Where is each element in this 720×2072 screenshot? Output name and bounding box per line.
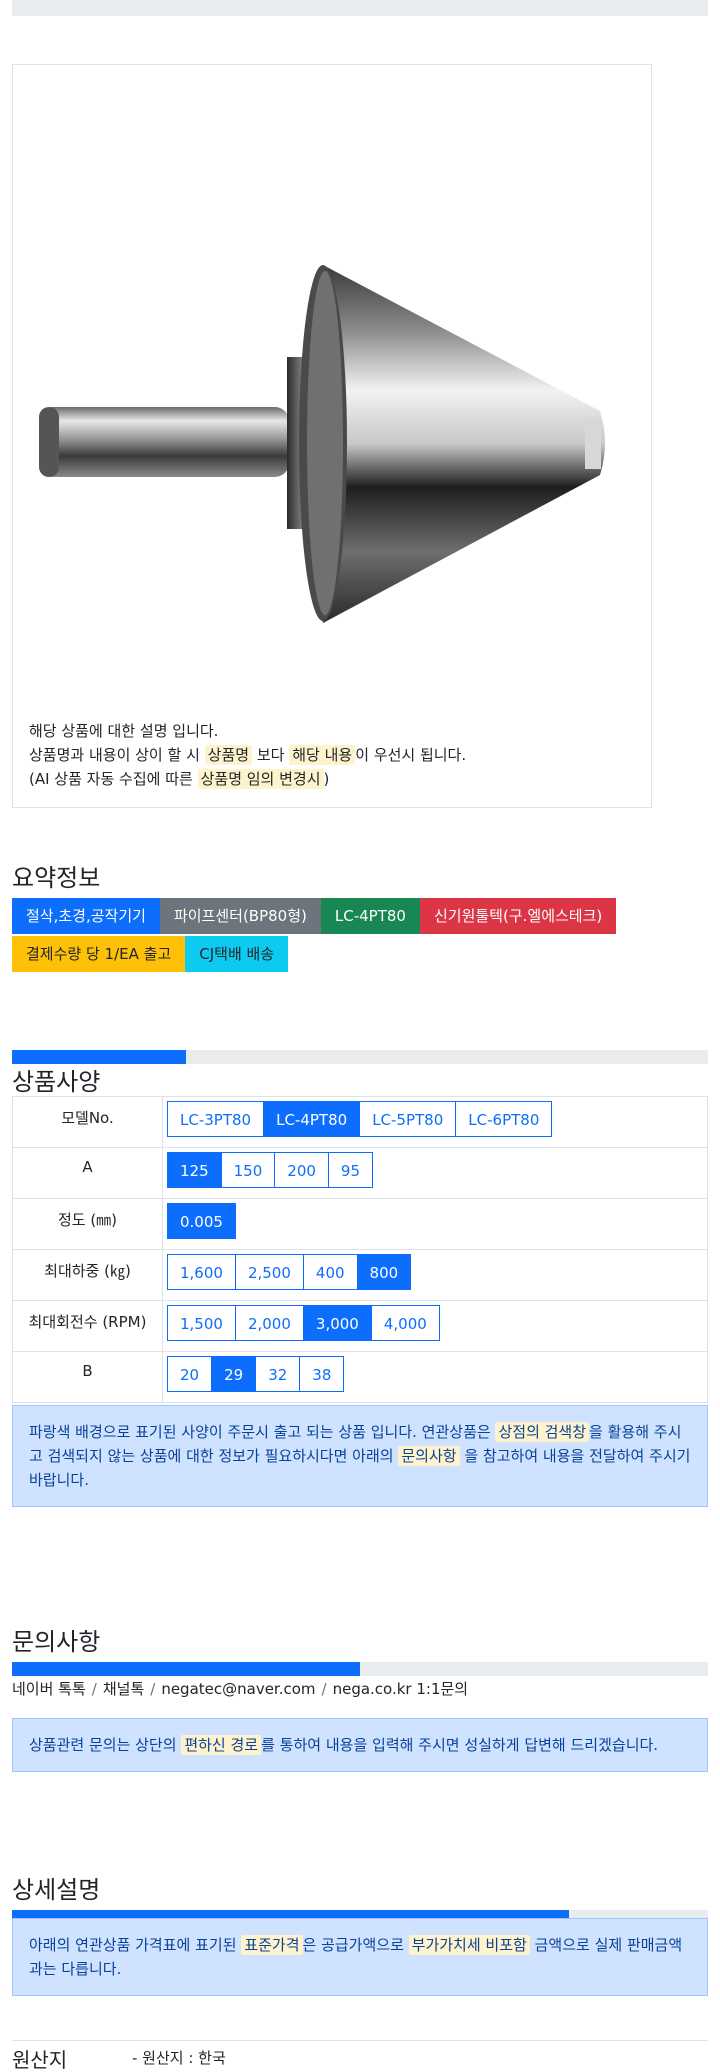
spec-row-b: B 20 29 32 38 [12, 1351, 708, 1403]
site-inquiry-link[interactable]: nega.co.kr 1:1문의 [333, 1680, 469, 1698]
option-button[interactable]: 150 [220, 1152, 276, 1188]
origin-value: - 원산지 : 한국 [132, 2049, 226, 2067]
origin-label: 원산지 [12, 2048, 68, 2072]
product-image [39, 265, 605, 623]
spec-row-accuracy: 정도 (㎜) 0.005 [12, 1198, 708, 1250]
spec-label: 최대회전수 (RPM) [12, 1300, 163, 1352]
spec-progress [12, 1050, 708, 1064]
option-button[interactable]: 800 [356, 1254, 412, 1290]
separator: / [150, 1680, 156, 1698]
badge-shipping: CJ택배 배송 [185, 936, 289, 972]
option-button[interactable]: 0.005 [167, 1203, 236, 1239]
top-bar [12, 0, 708, 16]
option-button[interactable]: 3,000 [302, 1305, 372, 1341]
option-button[interactable]: 200 [274, 1152, 329, 1188]
origin-row: 원산지 - 원산지 : 한국 [12, 2040, 708, 2072]
option-button[interactable]: LC-4PT80 [263, 1101, 361, 1137]
spec-row-a: A 125 150 200 95 [12, 1147, 708, 1199]
contact-links: 네이버 톡톡 / 채널톡 / negatec@naver.com / nega.co.kr … [12, 1678, 468, 1699]
highlight: 편하신 경로 [181, 1735, 262, 1755]
summary-badges: 절삭,초경,공작기기 파이프센터(BP80형) LC-4PT80 신기원툴텍(구… [12, 898, 712, 972]
option-button[interactable]: LC-3PT80 [167, 1101, 265, 1137]
option-button[interactable]: LC-5PT80 [359, 1101, 457, 1137]
spec-row-max-rpm: 최대회전수 (RPM) 1,500 2,000 3,000 4,000 [12, 1300, 708, 1352]
spec-label: 정도 (㎜) [12, 1198, 163, 1250]
spec-options: 1,600 2,500 400 800 [162, 1249, 708, 1301]
option-button[interactable]: 2,500 [234, 1254, 304, 1290]
option-button[interactable]: LC-6PT80 [455, 1101, 553, 1137]
summary-title: 요약정보 [12, 864, 101, 892]
email-link[interactable]: negatec@naver.com [161, 1680, 315, 1698]
option-button[interactable]: 400 [302, 1254, 358, 1290]
description-line: (AI 상품 자동 수집에 따른 상품명 임의 변경시) [29, 769, 330, 789]
option-button[interactable]: 29 [211, 1356, 257, 1392]
option-button[interactable]: 38 [299, 1356, 345, 1392]
spec-row-model: 모델No. LC-3PT80 LC-4PT80 LC-5PT80 LC-6PT8… [12, 1096, 708, 1148]
spec-table: 모델No. LC-3PT80 LC-4PT80 LC-5PT80 LC-6PT8… [12, 1096, 708, 1403]
spec-label: 모델No. [12, 1096, 163, 1148]
highlight: 해당 내용 [289, 745, 356, 765]
badge-quantity: 결제수량 당 1/EA 출고 [12, 936, 186, 972]
highlight: 상점의 검색창 [495, 1422, 590, 1442]
option-button[interactable]: 125 [167, 1152, 222, 1188]
spec-title: 상품사양 [12, 1068, 101, 1096]
badge-model[interactable]: LC-4PT80 [320, 898, 420, 934]
detail-notice: 아래의 연관상품 가격표에 표기된 표준가격 은 공급가액으로 부가가치세 비포함… [12, 1918, 708, 1996]
option-button[interactable]: 2,000 [234, 1305, 304, 1341]
highlight: 부가가치세 비포함 [408, 1935, 530, 1955]
separator: / [321, 1680, 327, 1698]
option-button[interactable]: 4,000 [370, 1305, 440, 1341]
option-button[interactable]: 95 [327, 1152, 374, 1188]
inquiry-notice: 상품관련 문의는 상단의 편하신 경로 를 통하여 내용을 입력해 주시면 성실하… [12, 1718, 708, 1772]
description-line: 해당 상품에 대한 설명 입니다. [29, 722, 219, 740]
spec-notice: 파랑색 배경으로 표기된 사양이 주문시 출고 되는 상품 입니다. 연관상품은… [12, 1405, 708, 1507]
badge-series[interactable]: 파이프센터(BP80형) [159, 898, 321, 934]
spec-label: 최대하중 (㎏) [12, 1249, 163, 1301]
highlight: 표준가격 [241, 1935, 303, 1955]
badge-category[interactable]: 절삭,초경,공작기기 [12, 898, 160, 934]
option-button[interactable]: 32 [255, 1356, 301, 1392]
inquiry-title: 문의사항 [12, 1628, 101, 1656]
spec-options: 1,500 2,000 3,000 4,000 [162, 1300, 708, 1352]
spec-options: 0.005 [162, 1198, 708, 1250]
product-description: 해당 상품에 대한 설명 입니다. 상품명과 내용이 상이 할 시 상품명 보다… [29, 719, 466, 791]
description-line: 상품명과 내용이 상이 할 시 상품명 보다 해당 내용 이 우선시 됩니다. [29, 745, 467, 765]
spec-label: A [12, 1147, 163, 1199]
spec-options: 125 150 200 95 [162, 1147, 708, 1199]
option-button[interactable]: 1,600 [167, 1254, 236, 1290]
spec-label: B [12, 1351, 163, 1403]
naver-talk-link[interactable]: 네이버 톡톡 [12, 1680, 86, 1698]
highlight: 상품명 [204, 745, 253, 765]
channel-talk-link[interactable]: 채널톡 [103, 1680, 144, 1698]
separator: / [91, 1680, 97, 1698]
inquiry-progress [12, 1662, 708, 1676]
badge-brand[interactable]: 신기원툴텍(구.엘에스테크) [419, 898, 617, 934]
spec-options: LC-3PT80 LC-4PT80 LC-5PT80 LC-6PT80 [162, 1096, 708, 1148]
product-card: 해당 상품에 대한 설명 입니다. 상품명과 내용이 상이 할 시 상품명 보다… [12, 64, 652, 808]
option-button[interactable]: 20 [167, 1356, 213, 1392]
detail-title: 상세설명 [12, 1876, 101, 1904]
spec-row-max-load: 최대하중 (㎏) 1,600 2,500 400 800 [12, 1249, 708, 1301]
highlight: 문의사항 [398, 1446, 460, 1466]
option-button[interactable]: 1,500 [167, 1305, 236, 1341]
highlight: 상품명 임의 변경시 [197, 769, 324, 789]
progress-fill [12, 1662, 360, 1676]
spec-options: 20 29 32 38 [162, 1351, 708, 1403]
